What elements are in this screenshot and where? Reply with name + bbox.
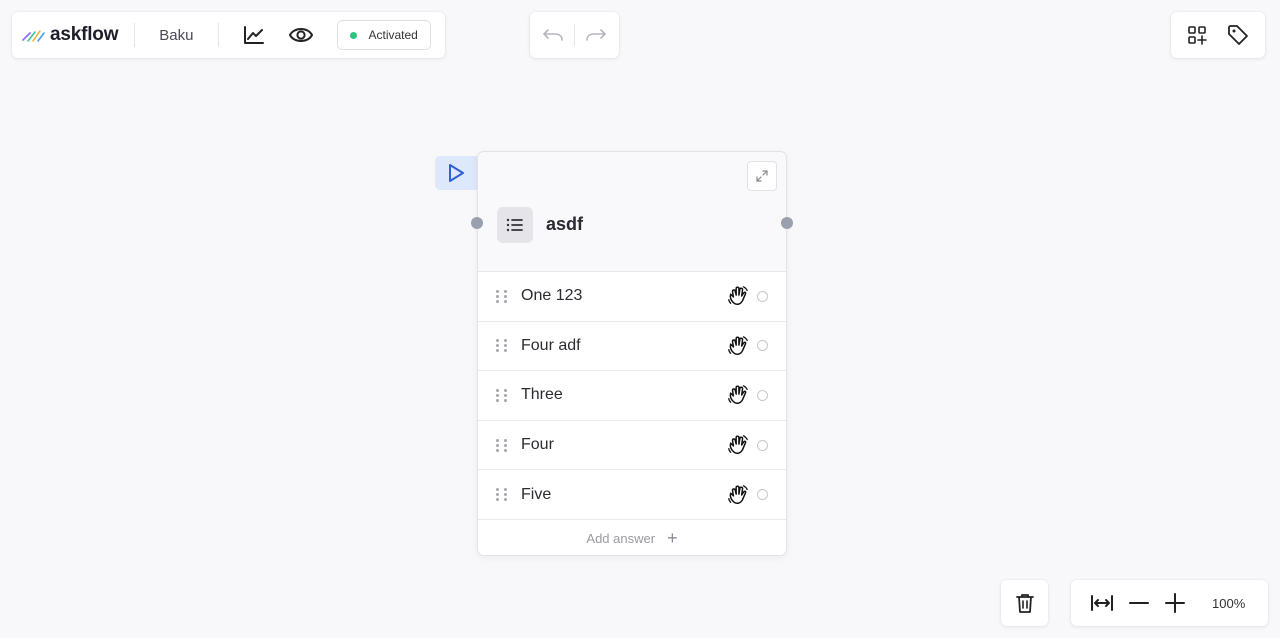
answer-output-port[interactable] (757, 290, 768, 302)
trash-icon (1015, 594, 1034, 613)
answer-output-port[interactable] (757, 439, 768, 451)
add-block-icon (1188, 26, 1207, 45)
answer-output-port[interactable] (757, 389, 768, 401)
answer-label[interactable]: One 123 (521, 287, 727, 305)
undo-icon (543, 29, 563, 41)
redo-button[interactable] (585, 26, 607, 44)
redo-icon (586, 29, 606, 41)
drag-handle-icon[interactable] (496, 288, 508, 304)
drag-handle-icon[interactable] (496, 338, 508, 354)
chart-icon (243, 26, 264, 44)
fit-width-icon (1091, 595, 1113, 611)
wave-hand-icon[interactable] (727, 285, 749, 307)
output-handle[interactable] (781, 217, 793, 229)
input-handle[interactable] (471, 217, 483, 229)
tags-button[interactable] (1227, 24, 1249, 46)
answer-output-port[interactable] (757, 489, 768, 501)
status-dot (349, 31, 357, 39)
wave-hand-icon[interactable] (727, 434, 749, 456)
history-toolbar (530, 12, 619, 58)
divider (134, 23, 136, 47)
minus-icon (1129, 602, 1149, 604)
drag-handle-icon[interactable] (496, 387, 508, 403)
question-node[interactable]: asdf One 123 Four adf Three Four Five Ad… (471, 151, 793, 557)
add-answer-button[interactable]: Add answer + (478, 520, 786, 557)
add-block-button[interactable] (1187, 25, 1207, 45)
start-marker[interactable] (435, 156, 477, 190)
node-header: asdf (478, 152, 786, 272)
answer-list: One 123 Four adf Three Four Five (478, 272, 786, 520)
node-type-icon (497, 207, 533, 243)
project-name[interactable]: Baku (159, 27, 193, 44)
main-toolbar: askflow Baku Activated (12, 12, 445, 58)
activation-status-button[interactable]: Activated (336, 20, 431, 50)
wave-hand-icon[interactable] (727, 484, 749, 506)
divider (574, 24, 575, 46)
answer-label[interactable]: Five (521, 486, 727, 504)
zoom-level: 100% (1212, 595, 1246, 611)
drag-handle-icon[interactable] (496, 487, 508, 503)
zoom-in-button[interactable] (1164, 593, 1186, 613)
plus-icon: + (667, 528, 678, 549)
answer-label[interactable]: Four adf (521, 337, 727, 355)
preview-button[interactable] (288, 24, 313, 46)
answer-label[interactable]: Four (521, 436, 727, 454)
answer-output-port[interactable] (757, 340, 768, 352)
answer-item[interactable]: Five (478, 470, 786, 520)
node-title[interactable]: asdf (546, 214, 583, 235)
add-answer-label: Add answer (586, 530, 656, 546)
plus-icon (1165, 593, 1185, 613)
right-toolbar (1171, 12, 1265, 58)
divider (217, 23, 219, 47)
wave-hand-icon[interactable] (727, 384, 749, 406)
undo-button[interactable] (542, 26, 564, 44)
zoom-out-button[interactable] (1128, 593, 1150, 613)
fit-view-button[interactable] (1090, 593, 1114, 613)
answer-item[interactable]: Three (478, 371, 786, 421)
tag-icon (1228, 25, 1248, 45)
status-label: Activated (368, 28, 418, 42)
analytics-button[interactable] (243, 24, 265, 46)
askflow-logo-icon (22, 30, 45, 42)
drag-handle-icon[interactable] (496, 437, 508, 453)
wave-hand-icon[interactable] (727, 335, 749, 357)
answer-label[interactable]: Three (521, 386, 727, 404)
zoom-toolbar: 100% (1071, 580, 1268, 626)
app-name: askflow (50, 24, 119, 45)
answer-item[interactable]: Four (478, 421, 786, 471)
list-icon (506, 218, 523, 232)
answer-item[interactable]: One 123 (478, 272, 786, 322)
answer-item[interactable]: Four adf (478, 322, 786, 372)
logo[interactable]: askflow (22, 24, 118, 46)
eye-icon (288, 28, 313, 42)
expand-icon (756, 170, 768, 182)
play-icon (449, 164, 464, 182)
expand-button[interactable] (747, 161, 777, 191)
delete-button[interactable] (1001, 580, 1048, 626)
